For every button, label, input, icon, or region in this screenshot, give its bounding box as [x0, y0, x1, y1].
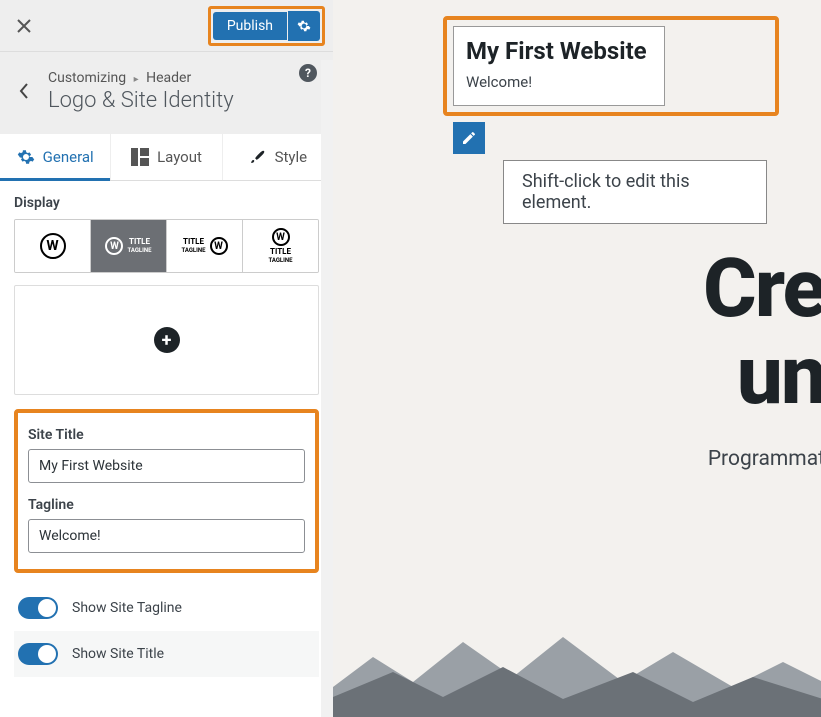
toggle-row-tagline: Show Site Tagline: [14, 585, 319, 631]
title-tagline-icon: TITLETAGLINE: [127, 238, 151, 254]
pencil-icon: [461, 130, 477, 146]
tab-general[interactable]: General: [0, 134, 111, 180]
hero-heading-line2: un: [737, 333, 821, 419]
toggle-label: Show Site Tagline: [72, 600, 182, 616]
tagline-input[interactable]: [28, 519, 305, 553]
brush-icon: [249, 148, 267, 166]
hero-subtext: Programmat: [708, 447, 821, 471]
display-option-logo-only[interactable]: W: [15, 220, 91, 272]
back-button[interactable]: [0, 62, 48, 120]
add-logo-button[interactable]: +: [154, 327, 180, 353]
preview-header-highlight: My First Website Welcome! Shift-click to…: [443, 16, 779, 116]
site-title-input[interactable]: [28, 449, 305, 483]
breadcrumb-parent: Header: [146, 70, 191, 86]
top-bar: Publish: [0, 0, 333, 52]
identity-fields-highlight: Site Title Tagline: [14, 409, 319, 573]
help-button[interactable]: ?: [299, 64, 317, 82]
scrollbar[interactable]: [321, 60, 333, 717]
close-icon: [16, 18, 32, 34]
tabs: General Layout Style: [0, 134, 333, 181]
show-tagline-toggle[interactable]: [18, 597, 58, 619]
display-option-title-logo-inline[interactable]: TITLETAGLINE W: [167, 220, 243, 272]
edit-tooltip: Shift-click to edit this element.: [503, 160, 767, 224]
display-label: Display: [14, 195, 319, 211]
tagline-label: Tagline: [28, 497, 305, 513]
tab-label: Style: [275, 148, 308, 166]
hero-heading-line1: Cre: [703, 246, 821, 332]
publish-button[interactable]: Publish: [213, 12, 287, 40]
section-title: Logo & Site Identity: [48, 88, 234, 113]
tab-label: Layout: [157, 148, 202, 166]
display-options: W W TITLETAGLINE TITLETAGLINE W W TITLET…: [14, 219, 319, 273]
gear-icon: [297, 19, 311, 33]
customizer-sidebar: Publish Customizing ▸ Header Logo & Site…: [0, 0, 333, 717]
wp-logo-icon: W: [40, 233, 66, 259]
preview-pane: Cre un Programmat My First Website Welco…: [333, 0, 821, 717]
wp-logo-icon: W: [105, 237, 123, 255]
show-title-toggle[interactable]: [18, 643, 58, 665]
title-tagline-icon: TITLETAGLINE: [181, 238, 205, 254]
publish-settings-button[interactable]: [288, 11, 320, 41]
close-button[interactable]: [0, 0, 48, 52]
breadcrumb: Customizing ▸ Header Logo & Site Identit…: [0, 52, 333, 134]
breadcrumb-text: Customizing ▸ Header Logo & Site Identit…: [48, 70, 234, 113]
tab-style[interactable]: Style: [223, 134, 333, 180]
preview-tagline: Welcome!: [466, 73, 652, 91]
preview-site-title: My First Website: [466, 37, 652, 65]
logo-upload-area[interactable]: +: [14, 285, 319, 395]
publish-highlight: Publish: [208, 6, 325, 46]
breadcrumb-separator-icon: ▸: [134, 74, 139, 85]
wp-logo-icon: W: [272, 228, 290, 246]
gear-icon: [17, 148, 35, 166]
wp-logo-icon: W: [210, 237, 228, 255]
site-title-label: Site Title: [28, 427, 305, 443]
site-identity-preview[interactable]: My First Website Welcome!: [453, 26, 665, 106]
edit-shortcut-button[interactable]: [453, 122, 485, 154]
tab-label: General: [43, 148, 94, 166]
toggle-label: Show Site Title: [72, 646, 164, 662]
display-option-logo-title-inline[interactable]: W TITLETAGLINE: [91, 220, 167, 272]
title-tagline-icon: TITLETAGLINE: [268, 248, 292, 264]
breadcrumb-prefix: Customizing: [48, 70, 126, 86]
background-mountains: [333, 627, 821, 717]
tab-layout[interactable]: Layout: [111, 134, 222, 180]
layout-icon: [131, 148, 149, 166]
chevron-left-icon: [18, 82, 30, 100]
plus-icon: +: [162, 330, 172, 351]
panel-body: Display W W TITLETAGLINE TITLETAGLINE W …: [0, 181, 333, 717]
display-option-logo-title-stacked[interactable]: W TITLETAGLINE: [243, 220, 318, 272]
toggle-row-title: Show Site Title: [14, 631, 319, 677]
